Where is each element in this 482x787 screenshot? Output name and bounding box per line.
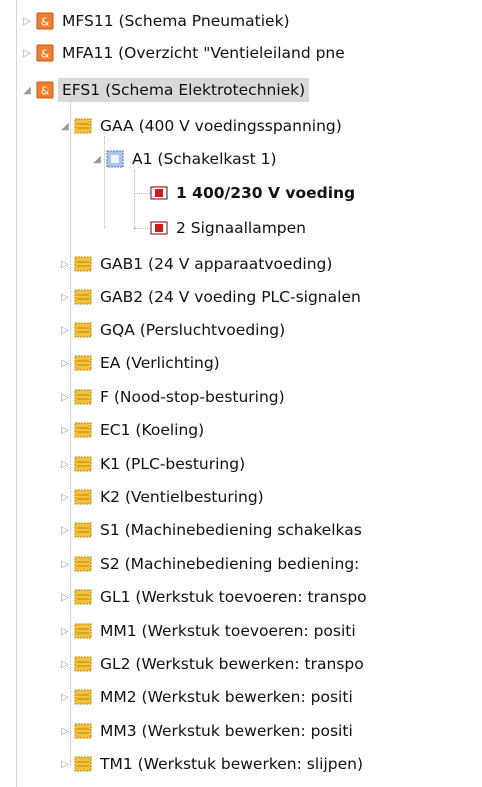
group-icon bbox=[74, 521, 92, 539]
tree-node-label: EFS1 (Schema Elektrotechniek) bbox=[58, 78, 310, 102]
tree-node-label: A1 (Schakelkast 1) bbox=[132, 150, 277, 168]
svg-text:&: & bbox=[41, 16, 50, 29]
tree-node-label: K1 (PLC-besturing) bbox=[100, 455, 246, 473]
group-icon bbox=[74, 688, 92, 706]
schema-icon: & bbox=[36, 81, 54, 99]
tree-node-label: TM1 (Werkstuk bewerken: slijpen) bbox=[100, 755, 363, 773]
tree-guide-line bbox=[134, 170, 135, 228]
tree-node-mfa11[interactable]: ▷ & MFA11 (Overzicht "Ventieleiland pne bbox=[20, 40, 349, 66]
group-icon bbox=[74, 321, 92, 339]
schema-icon: & bbox=[36, 44, 54, 62]
tree-node-label: S1 (Machinebediening schakelkas bbox=[100, 521, 362, 539]
schema-icon: & bbox=[36, 12, 54, 30]
group-icon bbox=[74, 722, 92, 740]
tree-node-s2[interactable]: ▷ S2 (Machinebediening bediening: bbox=[58, 551, 363, 577]
tree-node-label: 2 Signaallampen bbox=[176, 219, 307, 237]
group-icon bbox=[74, 388, 92, 406]
project-tree: ▷ & MFS11 (Schema Pneumatiek) ▷ & MFA11 … bbox=[0, 0, 482, 787]
expand-arrow-icon[interactable]: ▷ bbox=[58, 724, 72, 738]
expand-arrow-icon[interactable]: ▷ bbox=[58, 290, 72, 304]
svg-text:&: & bbox=[41, 48, 50, 61]
tree-node-label: GL1 (Werkstuk toevoeren: transpo bbox=[100, 588, 367, 606]
tree-node-label: GAA (400 V voedingsspanning) bbox=[100, 117, 342, 135]
expand-arrow-icon[interactable]: ▷ bbox=[58, 757, 72, 771]
tree-node-gab1[interactable]: ▷ GAB1 (24 V apparaatvoeding) bbox=[58, 251, 336, 277]
expand-arrow-icon[interactable]: ▷ bbox=[58, 390, 72, 404]
group-icon bbox=[74, 117, 92, 135]
cabinet-icon bbox=[106, 150, 124, 168]
expand-arrow-icon[interactable]: ▷ bbox=[20, 14, 34, 28]
expand-arrow-icon[interactable]: ▷ bbox=[20, 46, 34, 60]
expand-arrow-icon[interactable]: ▷ bbox=[58, 323, 72, 337]
tree-node-k1[interactable]: ▷ K1 (PLC-besturing) bbox=[58, 451, 249, 477]
tree-node-ec1[interactable]: ▷ EC1 (Koeling) bbox=[58, 417, 208, 443]
tree-node-s1[interactable]: ▷ S1 (Machinebediening schakelkas bbox=[58, 517, 366, 543]
tree-node-mfs11[interactable]: ▷ & MFS11 (Schema Pneumatiek) bbox=[20, 8, 294, 34]
tree-node-gl1[interactable]: ▷ GL1 (Werkstuk toevoeren: transpo bbox=[58, 584, 371, 610]
tree-node-label: F (Nood-stop-besturing) bbox=[100, 388, 285, 406]
group-icon bbox=[74, 288, 92, 306]
tree-node-label: MM2 (Werkstuk bewerken: positi bbox=[100, 688, 353, 706]
tree-node-label: EA (Verlichting) bbox=[100, 354, 220, 372]
sheet-icon bbox=[150, 184, 168, 202]
expand-arrow-icon[interactable]: ▷ bbox=[58, 490, 72, 504]
group-icon bbox=[74, 488, 92, 506]
tree-node-label: S2 (Machinebediening bediening: bbox=[100, 555, 360, 573]
tree-node-label: K2 (Ventielbesturing) bbox=[100, 488, 264, 506]
expand-arrow-icon[interactable]: ▷ bbox=[58, 690, 72, 704]
group-icon bbox=[74, 354, 92, 372]
tree-node-mm2[interactable]: ▷ MM2 (Werkstuk bewerken: positi bbox=[58, 684, 357, 710]
expand-arrow-icon[interactable]: ▷ bbox=[58, 356, 72, 370]
tree-node-label: GQA (Persluchtvoeding) bbox=[100, 321, 286, 339]
tree-node-label: MFA11 (Overzicht "Ventieleiland pne bbox=[62, 44, 345, 62]
expand-arrow-icon[interactable]: ▷ bbox=[58, 590, 72, 604]
tree-node-sheet-2[interactable]: 2 Signaallampen bbox=[150, 215, 310, 241]
tree-node-label: MM3 (Werkstuk bewerken: positi bbox=[100, 722, 353, 740]
tree-node-label: GAB1 (24 V apparaatvoeding) bbox=[100, 255, 333, 273]
tree-node-gl2[interactable]: ▷ GL2 (Werkstuk bewerken: transpo bbox=[58, 651, 368, 677]
tree-node-efs1[interactable]: ◢ & EFS1 (Schema Elektrotechniek) bbox=[20, 77, 310, 103]
tree-node-mm1[interactable]: ▷ MM1 (Werkstuk toevoeren: positi bbox=[58, 618, 360, 644]
tree-node-tm1[interactable]: ▷ TM1 (Werkstuk bewerken: slijpen) bbox=[58, 751, 367, 777]
collapse-arrow-icon[interactable]: ◢ bbox=[90, 152, 104, 166]
tree-node-label: MM1 (Werkstuk toevoeren: positi bbox=[100, 622, 356, 640]
tree-node-ea[interactable]: ▷ EA (Verlichting) bbox=[58, 350, 224, 376]
group-icon bbox=[74, 555, 92, 573]
expand-arrow-icon[interactable]: ▷ bbox=[58, 457, 72, 471]
tree-node-k2[interactable]: ▷ K2 (Ventielbesturing) bbox=[58, 484, 268, 510]
tree-node-label: GAB2 (24 V voeding PLC-signalen bbox=[100, 288, 361, 306]
tree-node-label: GL2 (Werkstuk bewerken: transpo bbox=[100, 655, 364, 673]
expand-arrow-icon[interactable]: ▷ bbox=[58, 523, 72, 537]
collapse-arrow-icon[interactable]: ◢ bbox=[20, 83, 34, 97]
tree-guide-line bbox=[16, 0, 17, 787]
group-icon bbox=[74, 255, 92, 273]
expand-arrow-icon[interactable]: ▷ bbox=[58, 257, 72, 271]
group-icon bbox=[74, 755, 92, 773]
tree-node-mm3[interactable]: ▷ MM3 (Werkstuk bewerken: positi bbox=[58, 718, 357, 744]
tree-node-label: MFS11 (Schema Pneumatiek) bbox=[62, 12, 290, 30]
group-icon bbox=[74, 455, 92, 473]
sheet-icon bbox=[150, 219, 168, 237]
group-icon bbox=[74, 622, 92, 640]
tree-node-sheet-1[interactable]: 1 400/230 V voeding bbox=[150, 180, 359, 206]
tree-node-label: EC1 (Koeling) bbox=[100, 421, 205, 439]
group-icon bbox=[74, 588, 92, 606]
tree-node-gqa[interactable]: ▷ GQA (Persluchtvoeding) bbox=[58, 317, 289, 343]
tree-node-gab2[interactable]: ▷ GAB2 (24 V voeding PLC-signalen bbox=[58, 284, 365, 310]
expand-arrow-icon[interactable]: ▷ bbox=[58, 557, 72, 571]
tree-node-a1[interactable]: ◢ A1 (Schakelkast 1) bbox=[90, 146, 281, 172]
group-icon bbox=[74, 421, 92, 439]
expand-arrow-icon[interactable]: ▷ bbox=[58, 657, 72, 671]
expand-arrow-icon[interactable]: ▷ bbox=[58, 624, 72, 638]
collapse-arrow-icon[interactable]: ◢ bbox=[58, 119, 72, 133]
tree-node-label: 1 400/230 V voeding bbox=[176, 184, 356, 202]
tree-node-f[interactable]: ▷ F (Nood-stop-besturing) bbox=[58, 384, 289, 410]
expand-arrow-icon[interactable]: ▷ bbox=[58, 423, 72, 437]
tree-node-gaa[interactable]: ◢ GAA (400 V voedingsspanning) bbox=[58, 113, 346, 139]
svg-text:&: & bbox=[41, 85, 50, 98]
group-icon bbox=[74, 655, 92, 673]
